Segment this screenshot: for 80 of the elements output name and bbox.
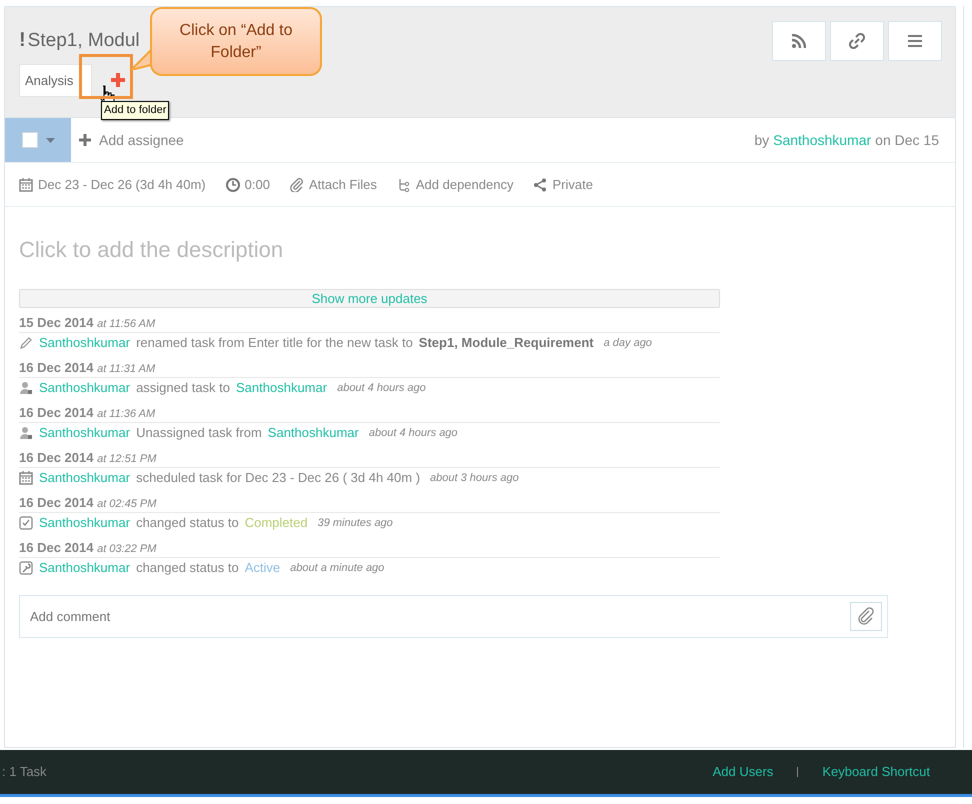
relative-time: about a minute ago: [290, 560, 384, 576]
update-date: 15 Dec 2014: [19, 314, 94, 330]
link-icon: [849, 33, 865, 49]
update-text: Unassigned task from: [136, 424, 262, 442]
attach-button[interactable]: [850, 602, 882, 630]
update-text: scheduled task for Dec 23 - Dec 26 ( 3d 4h 40m ): [136, 469, 420, 488]
footer-link[interactable]: Keyboard Shortcut: [822, 762, 930, 782]
clock-link[interactable]: 0:00: [244, 174, 270, 194]
show-more-button[interactable]: Show more updates: [19, 289, 720, 308]
created-date: on Dec 15: [875, 130, 939, 150]
rss-button[interactable]: [772, 21, 826, 61]
user-icon: [19, 381, 33, 395]
select-toggle[interactable]: [5, 118, 71, 162]
update-text: changed status to: [136, 559, 239, 578]
tooltip: Add to folder: [101, 101, 170, 120]
clip-link[interactable]: Attach Files: [308, 174, 377, 194]
caret-icon[interactable]: [46, 138, 54, 142]
calendar-icon: [19, 471, 33, 485]
rss-icon: [792, 34, 806, 48]
calendar-link[interactable]: Dec 23 - Dec 26 (3d 4h 40m): [38, 174, 206, 194]
dependency-icon[interactable]: [396, 178, 411, 192]
wrench-icon: [19, 561, 33, 575]
user-icon: [19, 426, 33, 440]
user-link[interactable]: Santhoshkumar: [39, 333, 130, 353]
pencil-icon: [19, 336, 33, 350]
update-time: at 12:51 PM: [97, 452, 156, 464]
user-link[interactable]: Santhoshkumar: [39, 468, 130, 488]
paperclip-icon: [857, 607, 875, 625]
description-placeholder[interactable]: Click to add the description: [5, 207, 955, 289]
menu-icon: [908, 35, 922, 47]
author-prefix: by: [754, 130, 770, 150]
menu-button[interactable]: [888, 21, 942, 61]
task-title: Step1, Modul: [28, 29, 140, 53]
share-link[interactable]: Private: [552, 174, 593, 194]
relative-time: about 4 hours ago: [337, 380, 426, 396]
update-date: 16 Dec 2014: [19, 360, 94, 374]
relative-time: about 3 hours ago: [430, 470, 519, 486]
user-link[interactable]: Santhoshkumar: [39, 513, 130, 533]
update-text: renamed task from Enter title for the new task to: [136, 334, 413, 352]
update-text: assigned task to: [136, 379, 230, 398]
update-time: at 11:36 AM: [97, 408, 156, 420]
comment-field[interactable]: Add comment: [19, 594, 888, 638]
flag-mark: !: [19, 29, 26, 51]
relative-time: a day ago: [604, 336, 652, 351]
clock-icon[interactable]: [226, 178, 240, 192]
relative-time: 39 minutes ago: [318, 516, 393, 531]
update-time: at 11:31 AM: [97, 362, 156, 374]
task-name: Step1, Module_Requirement: [418, 334, 594, 352]
status-label: Completed: [244, 514, 308, 532]
plus-icon[interactable]: [79, 134, 91, 146]
update-time: at 11:56 AM: [97, 318, 156, 330]
dependency-link[interactable]: Add dependency: [416, 174, 514, 194]
share-icon[interactable]: [533, 178, 548, 192]
link-button[interactable]: [830, 21, 884, 61]
paperclip-icon[interactable]: [290, 178, 304, 192]
footer-link[interactable]: Add Users: [712, 762, 774, 782]
user-link[interactable]: Santhoshkumar: [268, 423, 359, 443]
highlight-box: [79, 54, 133, 99]
update-time: at 02:45 PM: [97, 498, 156, 510]
add-assignee-link[interactable]: Add assignee: [99, 130, 184, 150]
checkbox-icon: [19, 516, 33, 530]
update-date: 16 Dec 2014: [19, 494, 94, 510]
user-link[interactable]: Santhoshkumar: [236, 378, 328, 398]
update-time: at 03:22 PM: [97, 542, 156, 554]
folder-tag[interactable]: Analysis: [19, 64, 92, 97]
user-link[interactable]: Santhoshkumar: [39, 558, 130, 578]
task-checkbox[interactable]: [22, 132, 38, 148]
status-label: Active: [244, 559, 280, 578]
user-link[interactable]: Santhoshkumar: [39, 378, 130, 398]
update-date: 16 Dec 2014: [19, 450, 94, 464]
update-date: 16 Dec 2014: [19, 540, 94, 554]
relative-time: about 4 hours ago: [368, 426, 458, 441]
task-count: : 1 Task: [2, 763, 47, 782]
update-text: changed status to: [136, 514, 239, 532]
calendar-icon[interactable]: [19, 178, 33, 192]
callout-bubble: Click on “Add to Folder”: [150, 7, 322, 76]
author-link[interactable]: Santhoshkumar: [773, 130, 872, 150]
add-folder-icon[interactable]: [111, 73, 126, 88]
update-date: 16 Dec 2014: [19, 404, 94, 420]
user-link[interactable]: Santhoshkumar: [39, 423, 130, 443]
